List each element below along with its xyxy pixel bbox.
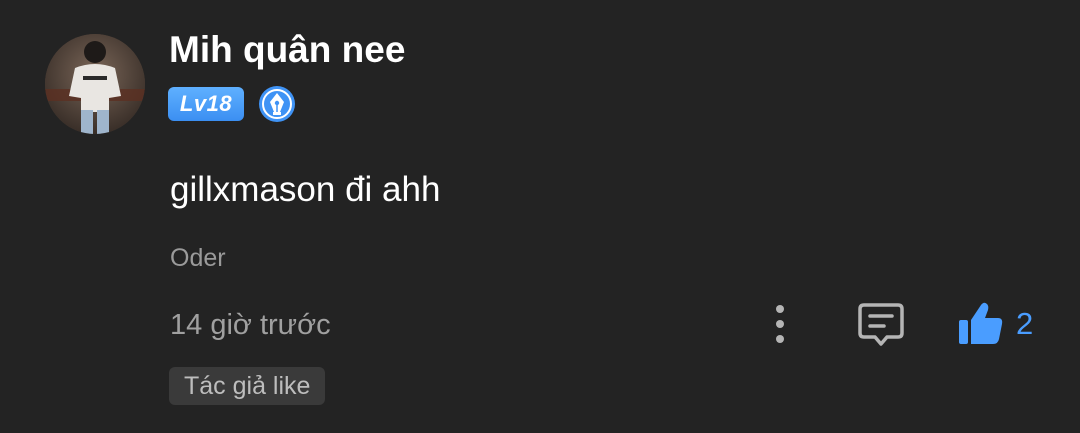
reply-button[interactable] (856, 300, 906, 348)
comment-tag: Oder (170, 244, 226, 272)
avatar[interactable] (45, 34, 145, 134)
pen-nib-badge-icon (258, 85, 296, 123)
thumbs-up-icon (959, 302, 1003, 344)
comment-icon (858, 303, 904, 346)
comment-item: Mih quân nee Lv18 gillxmason đi ahh Oder… (0, 0, 1080, 433)
avatar-image (45, 34, 145, 134)
more-vertical-icon (776, 305, 784, 343)
username[interactable]: Mih quân nee (169, 28, 405, 72)
level-badge: Lv18 (168, 87, 244, 121)
comment-timestamp: 14 giờ trước (170, 309, 331, 341)
author-like-badge: Tác giả like (169, 367, 326, 405)
like-button[interactable]: 2 (956, 298, 1046, 350)
more-options-button[interactable] (760, 300, 800, 348)
comment-text: gillxmason đi ahh (170, 170, 441, 209)
like-count: 2 (1016, 306, 1034, 341)
